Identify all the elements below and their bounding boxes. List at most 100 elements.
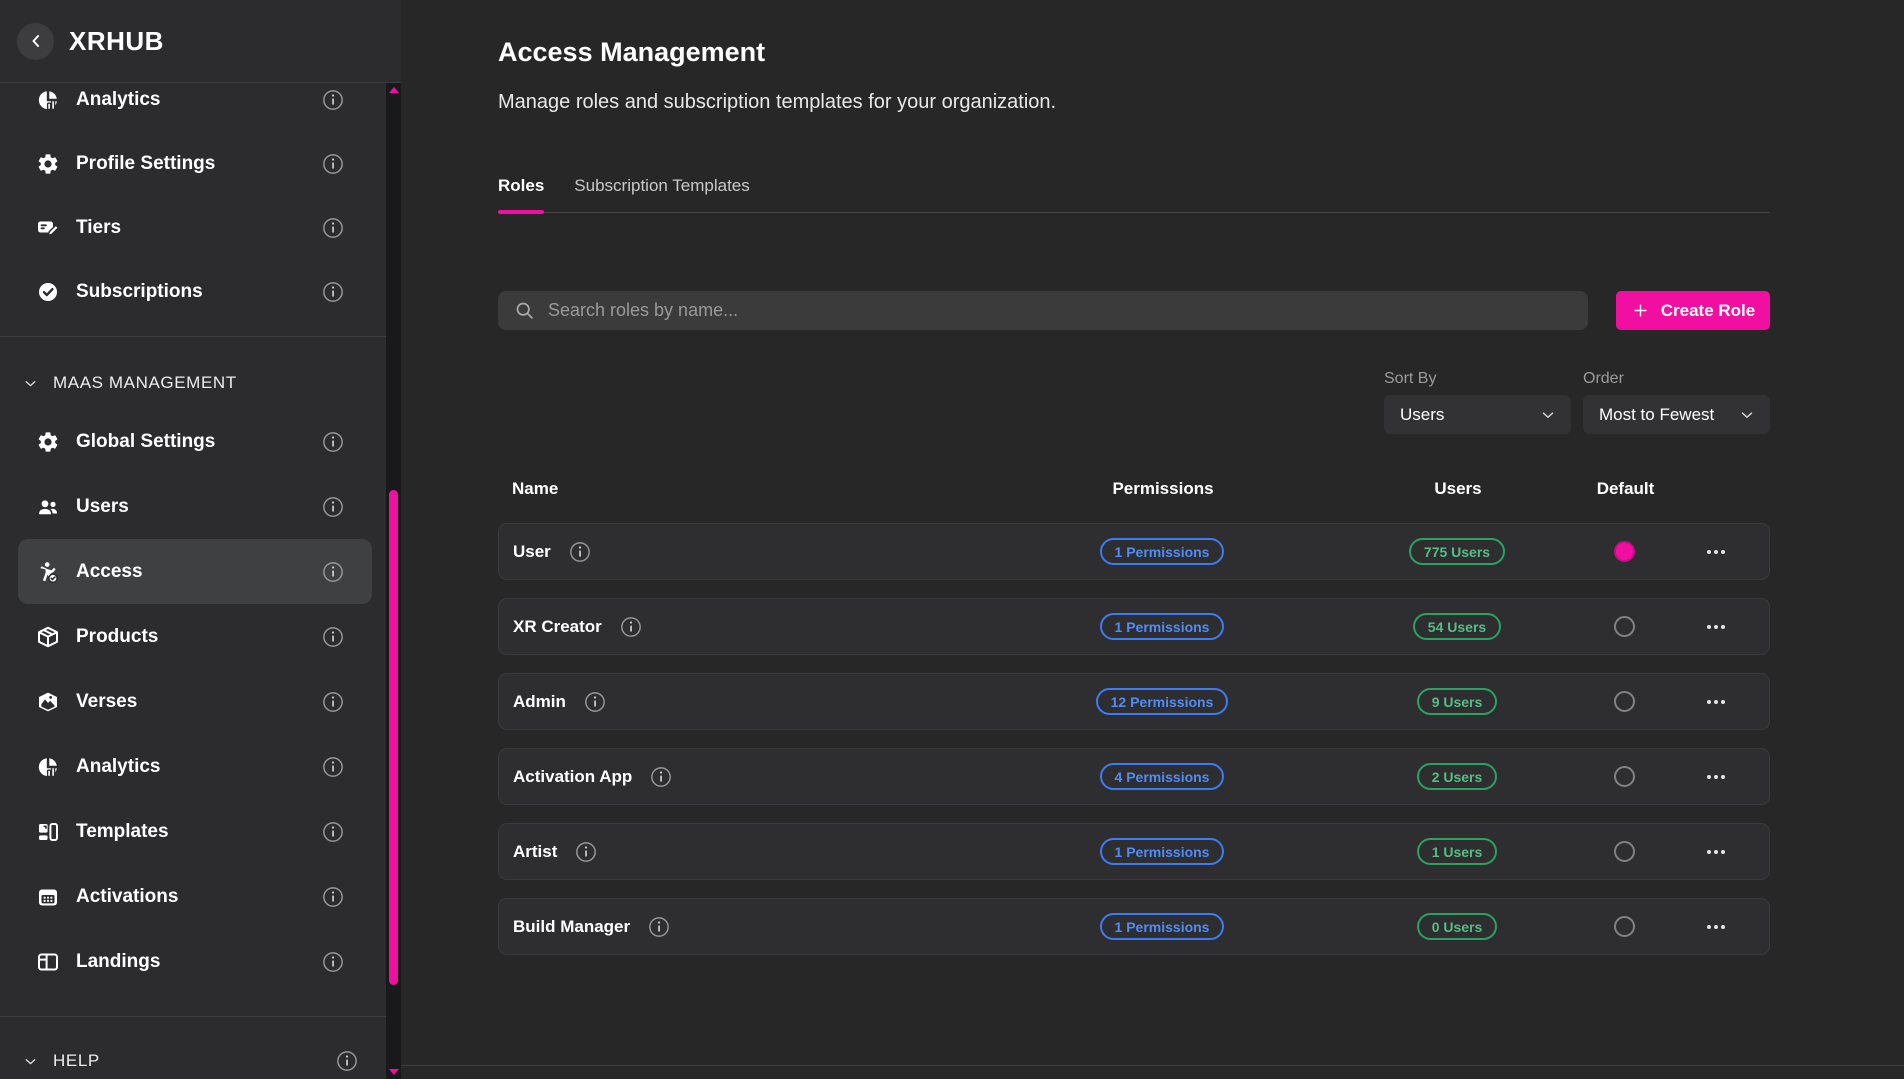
info-icon[interactable] (322, 821, 344, 843)
default-radio[interactable] (1614, 691, 1635, 712)
section-label: HELP (53, 1051, 100, 1071)
table-row[interactable]: XR Creator1 Permissions54 Users (498, 598, 1770, 655)
info-icon[interactable] (620, 616, 642, 638)
search-input[interactable] (548, 300, 1572, 321)
access-icon (36, 560, 60, 584)
row-actions-menu[interactable] (1703, 764, 1729, 790)
sidebar-item-label: Access (76, 561, 143, 583)
default-radio[interactable] (1614, 841, 1635, 862)
info-icon[interactable] (336, 1050, 358, 1072)
info-icon[interactable] (322, 217, 344, 239)
sidebar-nav: Analytics Profile SettingsTiersSubscripti… (0, 83, 386, 1079)
sidebar-item-label: Analytics (76, 756, 160, 778)
sidebar-item-label: Analytics (76, 89, 160, 111)
default-radio[interactable] (1614, 766, 1635, 787)
sidebar-item-profile-settings[interactable]: Profile Settings (18, 132, 372, 196)
sidebar-item-products[interactable]: Products (18, 604, 372, 669)
info-icon[interactable] (575, 841, 597, 863)
info-icon[interactable] (322, 89, 344, 111)
sort-by-group: Sort By Users (1384, 370, 1571, 434)
info-icon[interactable] (648, 916, 670, 938)
sort-by-label: Sort By (1384, 370, 1571, 390)
role-name: Activation App (513, 767, 632, 787)
subscriptions-icon (36, 280, 60, 304)
default-radio[interactable] (1614, 616, 1635, 637)
scrollbar-down-arrow[interactable] (389, 1069, 399, 1075)
tab-bar: Roles Subscription Templates (498, 176, 1770, 213)
sidebar-item-label: Landings (76, 951, 160, 973)
sidebar-item-users[interactable]: Users (18, 474, 372, 539)
scrollbar-up-arrow[interactable] (389, 87, 399, 93)
chevron-down-icon (22, 375, 39, 392)
sort-by-select[interactable]: Users (1384, 395, 1571, 434)
sidebar-item-activations[interactable]: Activations (18, 864, 372, 929)
column-header-permissions: Permissions (1112, 479, 1213, 499)
chevron-left-icon (26, 31, 46, 51)
info-icon[interactable] (650, 766, 672, 788)
order-select[interactable]: Most to Fewest (1583, 395, 1770, 434)
default-radio[interactable] (1614, 541, 1635, 562)
sidebar-divider (0, 1016, 386, 1017)
row-actions-menu[interactable] (1703, 539, 1729, 565)
info-icon[interactable] (584, 691, 606, 713)
row-actions-menu[interactable] (1703, 839, 1729, 865)
sidebar-item-tiers[interactable]: Tiers (18, 196, 372, 260)
users-badge: 775 Users (1409, 538, 1505, 565)
column-header-users: Users (1434, 479, 1481, 499)
chevron-down-icon (1738, 406, 1756, 424)
info-icon[interactable] (569, 541, 591, 563)
row-actions-menu[interactable] (1703, 614, 1729, 640)
default-radio[interactable] (1614, 916, 1635, 937)
row-actions-menu[interactable] (1703, 914, 1729, 940)
create-role-button[interactable]: Create Role (1616, 291, 1770, 330)
info-icon[interactable] (322, 691, 344, 713)
back-button[interactable] (17, 23, 54, 60)
info-icon[interactable] (322, 626, 344, 648)
info-icon[interactable] (322, 561, 344, 583)
users-badge: 54 Users (1413, 613, 1501, 640)
sidebar-item-label: Templates (76, 821, 169, 843)
sidebar-item-landings[interactable]: Landings (18, 929, 372, 994)
main-content: Access Management Manage roles and subsc… (401, 0, 1904, 1079)
sidebar-item-templates[interactable]: Templates (18, 799, 372, 864)
info-icon[interactable] (322, 886, 344, 908)
info-icon[interactable] (322, 951, 344, 973)
sidebar-item-label: Users (76, 496, 129, 518)
role-name: Artist (513, 842, 557, 862)
role-name: XR Creator (513, 617, 602, 637)
sidebar-item-analytics[interactable]: Analytics (18, 83, 372, 132)
toolbar: Create Role (498, 291, 1770, 330)
info-icon[interactable] (322, 153, 344, 175)
info-icon[interactable] (322, 281, 344, 303)
table-row[interactable]: Activation App4 Permissions2 Users (498, 748, 1770, 805)
tab-roles[interactable]: Roles (498, 176, 544, 212)
table-row[interactable]: Artist1 Permissions1 Users (498, 823, 1770, 880)
users-badge: 1 Users (1417, 838, 1498, 865)
table-row[interactable]: Build Manager1 Permissions0 Users (498, 898, 1770, 955)
section-header-help[interactable]: HELP (0, 1033, 386, 1079)
filters: Sort By Users Order Most to Fewest (498, 370, 1770, 434)
info-icon[interactable] (322, 496, 344, 518)
tab-subscription-templates[interactable]: Subscription Templates (574, 176, 749, 212)
scrollbar-thumb[interactable] (389, 490, 398, 985)
sidebar-header: XRHUB (0, 0, 401, 83)
column-header-name: Name (512, 479, 998, 499)
sidebar-scrollbar[interactable] (386, 83, 401, 1079)
sidebar-item-access[interactable]: Access (18, 539, 372, 604)
permissions-badge: 1 Permissions (1100, 913, 1225, 940)
sidebar-item-analytics[interactable]: Analytics (18, 734, 372, 799)
row-actions-menu[interactable] (1703, 689, 1729, 715)
section-header-maas-management[interactable]: MAAS MANAGEMENT (0, 357, 386, 409)
table-row[interactable]: Admin12 Permissions9 Users (498, 673, 1770, 730)
table-row[interactable]: User1 Permissions775 Users (498, 523, 1770, 580)
app-brand: XRHUB (69, 26, 164, 57)
sidebar-item-verses[interactable]: Verses (18, 669, 372, 734)
sidebar-item-global-settings[interactable]: Global Settings (18, 409, 372, 474)
sidebar-item-label: Activations (76, 886, 178, 908)
sidebar-item-label: Global Settings (76, 431, 215, 453)
page-subtitle: Manage roles and subscription templates … (498, 90, 1770, 114)
sidebar-item-subscriptions[interactable]: Subscriptions (18, 260, 372, 324)
info-icon[interactable] (322, 756, 344, 778)
info-icon[interactable] (322, 431, 344, 453)
gear-icon (36, 152, 60, 176)
